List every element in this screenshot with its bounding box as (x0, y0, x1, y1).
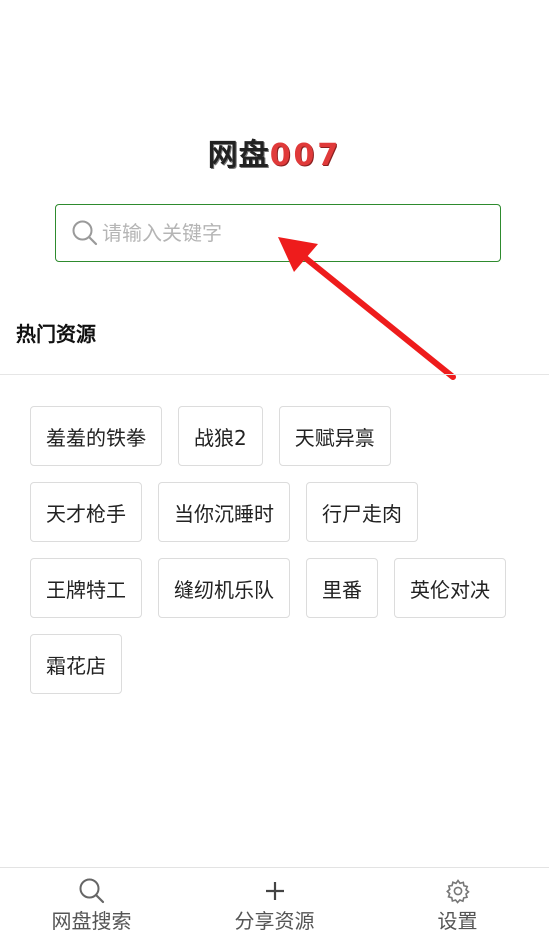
bottom-nav: 网盘搜索 分享资源 设置 (0, 867, 549, 939)
tag-item[interactable]: 里番 (306, 558, 378, 618)
tag-row: 霜花店 (30, 634, 535, 694)
search-input[interactable] (102, 213, 462, 253)
tag-row: 王牌特工 缝纫机乐队 里番 英伦对决 (30, 558, 535, 618)
plus-icon (260, 876, 290, 906)
tag-item[interactable]: 战狼2 (178, 406, 263, 466)
tag-item[interactable]: 天赋异禀 (278, 406, 391, 466)
search-icon (70, 218, 100, 248)
tag-item[interactable]: 王牌特工 (30, 558, 142, 618)
section-title-hot: 热门资源 (16, 322, 96, 346)
nav-item-settings[interactable]: 设置 (366, 868, 549, 939)
gear-icon (443, 876, 473, 906)
app-logo: 网盘007 (0, 136, 549, 176)
nav-item-share[interactable]: 分享资源 (183, 868, 366, 939)
tag-item[interactable]: 羞羞的铁拳 (30, 406, 162, 466)
tag-row: 天才枪手 当你沉睡时 行尸走肉 (30, 482, 535, 542)
tag-item[interactable]: 当你沉睡时 (158, 482, 290, 542)
logo-text-accent: 007 (269, 138, 342, 173)
nav-item-search[interactable]: 网盘搜索 (0, 868, 183, 939)
tag-item[interactable]: 英伦对决 (394, 558, 506, 618)
hot-tags: 羞羞的铁拳 战狼2 天赋异禀 天才枪手 当你沉睡时 行尸走肉 王牌特工 缝纫机乐… (30, 406, 535, 710)
logo-text-primary: 网盘 (207, 138, 270, 173)
nav-label: 设置 (437, 909, 478, 933)
nav-label: 分享资源 (234, 909, 315, 933)
nav-label: 网盘搜索 (51, 909, 132, 933)
tag-item[interactable]: 缝纫机乐队 (158, 558, 290, 618)
tag-item[interactable]: 霜花店 (30, 634, 122, 694)
search-box[interactable] (55, 204, 501, 262)
section-divider (0, 374, 549, 375)
tag-item[interactable]: 行尸走肉 (306, 482, 418, 542)
search-icon (77, 876, 107, 906)
tag-item[interactable]: 天才枪手 (30, 482, 142, 542)
tag-row: 羞羞的铁拳 战狼2 天赋异禀 (30, 406, 535, 466)
